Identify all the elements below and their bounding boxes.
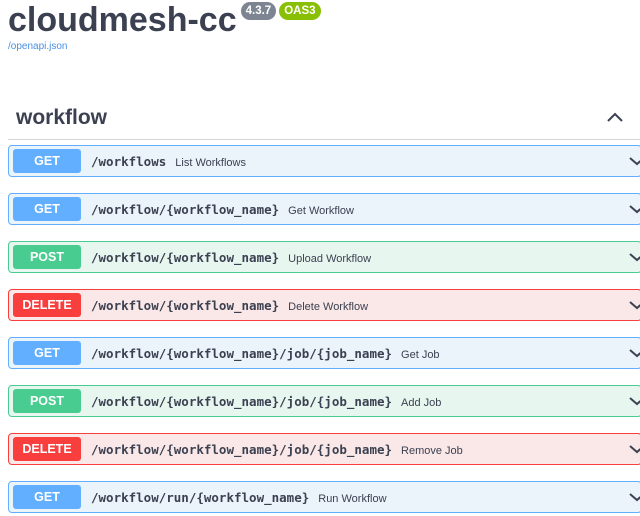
method-badge: POST	[13, 389, 81, 413]
operation-path: /workflow/run/{workflow_name} Run Workflo…	[91, 490, 387, 505]
operation-delete-workflow[interactable]: DELETE /workflow/{workflow_name} Delete W…	[8, 289, 640, 321]
tag-name: workflow	[16, 106, 108, 129]
operation-summary: Get Job	[401, 349, 440, 361]
operation-path: /workflow/{workflow_name}/job/{job_name}…	[91, 394, 441, 409]
method-badge: POST	[13, 245, 81, 269]
path-text: /workflow/{workflow_name}	[91, 298, 280, 313]
oas-badge: OAS3	[279, 2, 321, 20]
chevron-down-icon[interactable]	[629, 300, 640, 310]
chevron-down-icon[interactable]	[629, 204, 640, 214]
chevron-down-icon[interactable]	[629, 396, 640, 406]
operation-path: /workflows List Workflows	[91, 154, 246, 169]
operation-path: /workflow/{workflow_name}/job/{job_name}…	[91, 442, 463, 457]
method-badge: DELETE	[13, 437, 81, 461]
operation-get-workflow[interactable]: GET /workflow/{workflow_name} Get Workflo…	[8, 193, 640, 225]
chevron-up-icon[interactable]	[606, 111, 624, 123]
chevron-down-icon[interactable]	[629, 444, 640, 454]
path-text: /workflow/{workflow_name}/job/{job_name}	[91, 394, 393, 409]
method-badge: DELETE	[13, 293, 81, 317]
operation-path: /workflow/{workflow_name}/job/{job_name}…	[91, 346, 440, 361]
method-badge: GET	[13, 341, 81, 365]
title-row: cloudmesh-cc 4.3.7 OAS3	[8, 0, 321, 39]
operation-delete-job[interactable]: DELETE /workflow/{workflow_name}/job/{jo…	[8, 433, 640, 465]
operation-get-run-workflow[interactable]: GET /workflow/run/{workflow_name} Run Wor…	[8, 481, 640, 513]
operation-get-workflows[interactable]: GET /workflows List Workflows	[8, 145, 640, 177]
tag-section-workflow: workflow GET /workflows List Workflows GE…	[8, 96, 640, 513]
operation-summary: Delete Workflow	[288, 301, 369, 313]
tag-header[interactable]: workflow	[8, 96, 640, 140]
path-text: /workflow/run/{workflow_name}	[91, 490, 310, 505]
operation-summary: Get Workflow	[288, 205, 354, 217]
version-badge: 4.3.7	[240, 2, 277, 20]
method-badge: GET	[13, 197, 81, 221]
operation-summary: List Workflows	[175, 157, 246, 169]
operation-summary: Add Job	[401, 397, 442, 409]
operation-get-job[interactable]: GET /workflow/{workflow_name}/job/{job_n…	[8, 337, 640, 369]
operation-path: /workflow/{workflow_name} Upload Workflow	[91, 250, 371, 265]
method-badge: GET	[13, 149, 81, 173]
chevron-down-icon[interactable]	[629, 492, 640, 502]
operation-post-job[interactable]: POST /workflow/{workflow_name}/job/{job_…	[8, 385, 640, 417]
chevron-down-icon[interactable]	[629, 156, 640, 166]
method-badge: GET	[13, 485, 81, 509]
operation-summary: Upload Workflow	[288, 253, 372, 265]
chevron-down-icon[interactable]	[629, 348, 640, 358]
operation-path: /workflow/{workflow_name} Get Workflow	[91, 202, 354, 217]
path-text: /workflow/{workflow_name}	[91, 250, 280, 265]
operation-post-workflow[interactable]: POST /workflow/{workflow_name} Upload Wor…	[8, 241, 640, 273]
api-title: cloudmesh-cc	[8, 1, 237, 39]
operation-summary: Remove Job	[401, 445, 463, 457]
chevron-down-icon[interactable]	[629, 252, 640, 262]
path-text: /workflows	[91, 154, 167, 169]
openapi-spec-link[interactable]: /openapi.json	[8, 41, 68, 52]
api-info-header: cloudmesh-cc 4.3.7 OAS3 /openapi.json	[8, 0, 640, 60]
operation-summary: Run Workflow	[318, 493, 387, 505]
path-text: /workflow/{workflow_name}	[91, 202, 280, 217]
path-text: /workflow/{workflow_name}/job/{job_name}	[91, 442, 393, 457]
operation-path: /workflow/{workflow_name} Delete Workflow	[91, 298, 368, 313]
path-text: /workflow/{workflow_name}/job/{job_name}	[91, 346, 393, 361]
